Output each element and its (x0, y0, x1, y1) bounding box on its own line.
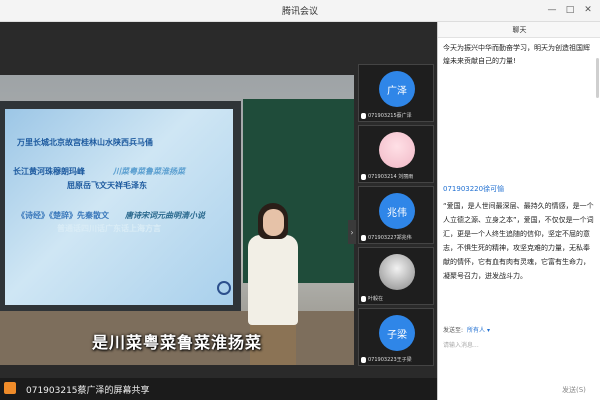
avatar: 兆伟 (379, 193, 415, 229)
participant-name-label: 071903214 刘丽雨 (368, 174, 414, 180)
minimize-button[interactable]: — (544, 2, 560, 18)
recipient-select[interactable]: 所有人 ▾ (467, 327, 490, 334)
chat-panel: 聊天 今天为振兴中华而勤奋学习，明天为创造祖国辉煌未来贡献自己的力量! 0719… (437, 22, 600, 400)
screen-share-label: 071903215蔡广泽的屏幕共享 (26, 386, 150, 396)
board-line: 万里长城北京故宫桂林山水陕西兵马俑 (17, 138, 153, 147)
send-to-row: 发送至: 所有人 ▾ (443, 325, 490, 334)
participant-name-label: 071903215蔡广泽 (368, 113, 412, 119)
close-button[interactable]: ✕ (580, 2, 596, 18)
board-line: 长江黄河珠穆朗玛峰 (13, 167, 85, 176)
participant-name: 071903227郑兆伟 (361, 234, 433, 241)
chat-input[interactable]: 请输入消息... (443, 340, 479, 349)
chat-header: 聊天 (438, 22, 600, 38)
avatar (379, 132, 415, 168)
teacher-face (263, 209, 284, 236)
teacher-body (248, 235, 298, 325)
chat-message: “爱国，是人世间最深层、最持久的情感，是一个人立德之源、立身之本”，爱国，不仅仅… (443, 202, 594, 280)
participant-list: 广泽 071903215蔡广泽 071903214 刘丽雨 兆伟 0719032… (358, 64, 434, 370)
mic-icon (361, 356, 366, 363)
participant-name: 071903223王子梁 (361, 356, 433, 363)
chat-title: 聊天 (512, 26, 527, 34)
projector-frame: 万里长城北京故宫桂林山水陕西兵马俑 长江黄河珠穆朗玛峰 川菜粤菜鲁菜淮扬菜 屈原… (0, 101, 241, 311)
chat-messages[interactable]: 今天为振兴中华而勤奋学习，明天为创造祖国辉煌未来贡献自己的力量! 0719032… (438, 38, 600, 320)
send-to-label: 发送至: (443, 327, 464, 334)
board-line: 川菜粤菜鲁菜淮扬菜 (113, 167, 185, 176)
shared-screen[interactable]: 万里长城北京故宫桂林山水陕西兵马俑 长江黄河珠穆朗玛峰 川菜粤菜鲁菜淮扬菜 屈原… (0, 75, 354, 365)
mic-icon (361, 173, 366, 180)
participant-name-label: 叶毅在 (368, 296, 384, 302)
meeting-app: 腾讯会议 — □ ✕ 万里长城北京故宫桂林山水陕西兵马俑 长江黄河珠穆朗玛峰 川… (0, 0, 600, 400)
user-icon (4, 382, 16, 394)
participant-tile[interactable]: 071903214 刘丽雨 (358, 125, 434, 183)
participant-tile[interactable]: 兆伟 071903227郑兆伟 (358, 186, 434, 244)
mic-icon (361, 234, 366, 241)
video-subtitle: 是川菜粤菜鲁菜淮扬菜 (91, 333, 262, 352)
board-line: 《诗经》《楚辞》先秦散文 (17, 211, 109, 220)
avatar: 广泽 (379, 71, 415, 107)
board-line: 唐诗宋词元曲明清小说 (125, 211, 205, 220)
participant-name-label: 071903227郑兆伟 (368, 235, 412, 241)
chat-scrollbar[interactable] (596, 58, 599, 98)
maximize-button[interactable]: □ (562, 2, 578, 18)
status-bar: 071903215蔡广泽的屏幕共享 (0, 378, 437, 400)
school-seal-icon (217, 281, 231, 295)
window-controls: — □ ✕ (544, 2, 596, 18)
projector-screen: 万里长城北京故宫桂林山水陕西兵马俑 长江黄河珠穆朗玛峰 川菜粤菜鲁菜淮扬菜 屈原… (5, 109, 233, 305)
avatar: 子梁 (379, 315, 415, 351)
window-title: 腾讯会议 (281, 7, 318, 17)
collapse-panel-button[interactable]: › (348, 220, 356, 244)
title-bar: 腾讯会议 — □ ✕ (0, 0, 600, 22)
participant-name: 071903215蔡广泽 (361, 112, 433, 119)
participant-name-label: 071903223王子梁 (368, 357, 412, 363)
avatar (379, 254, 415, 290)
mic-icon (361, 295, 366, 302)
participant-tile[interactable]: 子梁 071903223王子梁 (358, 308, 434, 366)
participant-tile[interactable]: 叶毅在 (358, 247, 434, 305)
participant-tile[interactable]: 广泽 071903215蔡广泽 (358, 64, 434, 122)
board-line: 屈原岳飞文天祥毛泽东 (67, 181, 147, 190)
chat-sender: 071903220徐可愉 (443, 185, 505, 193)
send-button[interactable]: 发送(S) (562, 385, 586, 395)
participant-name: 叶毅在 (361, 295, 433, 302)
chat-message: 今天为振兴中华而勤奋学习，明天为创造祖国辉煌未来贡献自己的力量! (443, 44, 590, 65)
mic-icon (361, 112, 366, 119)
board-line: 普通话四川话广东话上海方言 (57, 224, 161, 233)
participant-name: 071903214 刘丽雨 (361, 173, 433, 180)
